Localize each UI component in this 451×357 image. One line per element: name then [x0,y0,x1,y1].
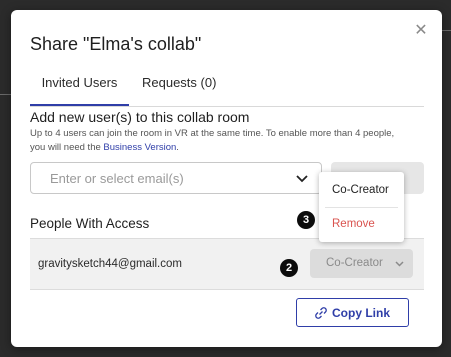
backdrop-line [442,30,451,31]
menu-item-remove[interactable]: Remove [332,218,375,230]
menu-item-co-creator[interactable]: Co-Creator [332,184,389,196]
description-end: . [176,142,179,153]
backdrop-line [0,94,11,95]
add-users-description: Up to 4 users can join the room in VR at… [30,127,410,155]
chevron-down-icon[interactable] [295,171,309,185]
tab-invited-users[interactable]: Invited Users [30,76,129,106]
share-dialog: ✕ Share "Elma's collab" Invited Users Re… [11,10,442,347]
business-version-link[interactable]: Business Version [103,142,176,153]
role-select-button[interactable]: Co-Creator [310,249,413,278]
role-dropdown-menu: Co-Creator Remove [319,172,404,242]
add-users-heading: Add new user(s) to this collab room [30,109,250,125]
annotation-badge-3: 3 [297,211,315,229]
copy-link-button[interactable]: Copy Link [296,298,409,327]
table-row: gravitysketch44@gmail.com Co-Creator [30,238,424,290]
chevron-down-icon [395,261,404,267]
description-text: Up to 4 users can join the room in VR at… [30,128,395,153]
dialog-title: Share "Elma's collab" [30,34,202,54]
link-icon [315,307,327,319]
tab-requests[interactable]: Requests (0) [142,76,216,104]
email-select-input[interactable]: Enter or select email(s) [30,162,322,194]
annotation-badge-2: 2 [280,259,298,277]
close-icon[interactable]: ✕ [414,23,428,39]
copy-link-label: Copy Link [332,306,391,320]
user-email: gravitysketch44@gmail.com [38,258,182,270]
email-placeholder: Enter or select email(s) [50,171,184,186]
role-label: Co-Creator [326,257,383,269]
people-with-access-heading: People With Access [30,216,150,231]
tab-bar: Invited Users Requests (0) [30,76,424,107]
menu-divider [325,207,398,208]
